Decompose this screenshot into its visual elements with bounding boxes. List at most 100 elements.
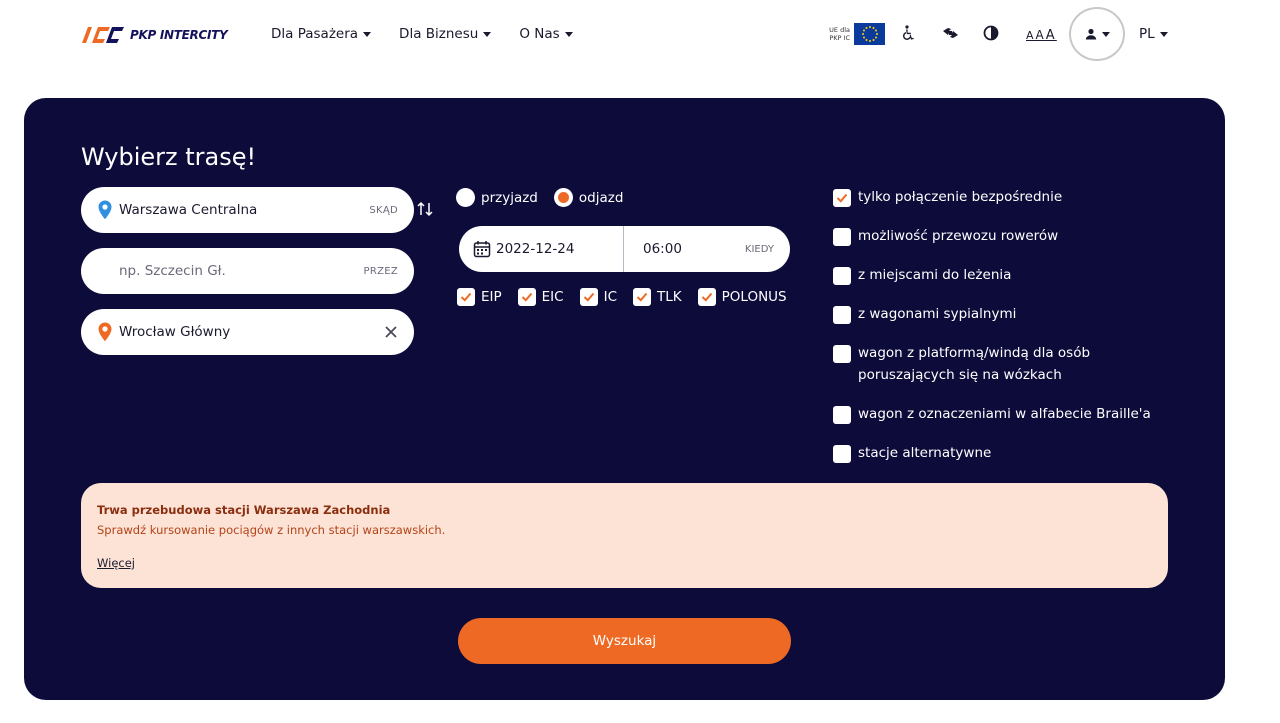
option-bicycles[interactable]: możliwość przewozu rowerów: [833, 227, 1173, 247]
category-tlk[interactable]: TLK: [633, 288, 682, 306]
ue-text: UE dla PKP IC: [826, 26, 850, 42]
location-pin-icon: [98, 200, 112, 220]
page-title: Wybierz trasę!: [81, 143, 257, 171]
checkbox[interactable]: [457, 288, 475, 306]
checkmark-icon: [636, 292, 648, 302]
eu-flag-icon: [854, 23, 885, 45]
eu-funding-badge[interactable]: UE dla PKP IC: [826, 23, 885, 45]
to-station-value[interactable]: Wrocław Główny: [119, 324, 384, 340]
radio-odjazd[interactable]: [553, 188, 573, 207]
user-menu-button[interactable]: [1069, 7, 1125, 61]
checkbox[interactable]: [517, 288, 536, 306]
pkp-intercity-logo[interactable]: PKP INTERCITY: [78, 25, 228, 45]
option-wheelchair-platform[interactable]: wagon z platformą/windą dla osób porusza…: [833, 344, 1173, 386]
checkbox[interactable]: [833, 306, 851, 324]
radio-przyjazd-label[interactable]: przyjazd: [481, 190, 538, 206]
from-station-suffix: SKĄD: [369, 204, 398, 216]
option-label: tylko połączenie bezpośrednie: [858, 189, 1063, 205]
time-value: 06:00: [643, 241, 682, 257]
option-alternative-stations[interactable]: stacje alternatywne: [833, 444, 1173, 464]
calendar-icon: [473, 241, 491, 258]
date-time-field: 2022-12-24 06:00 KIEDY: [459, 226, 790, 272]
via-station-field[interactable]: np. Szczecin Gł. PRZEZ: [81, 248, 414, 294]
sign-language-icon[interactable]: [941, 24, 959, 42]
font-size-medium[interactable]: A: [1036, 28, 1046, 42]
arrival-departure-toggle: przyjazd odjazd: [456, 188, 639, 207]
option-label: wagon z oznaczeniami w alfabecie Braille…: [858, 406, 1151, 422]
option-label: stacje alternatywne: [858, 445, 992, 461]
caret-down-icon: [483, 32, 492, 37]
language-label: PL: [1139, 26, 1155, 42]
category-label: POLONUS: [721, 289, 787, 305]
main-nav: Dla Pasażera Dla Biznesu O Nas: [271, 26, 601, 42]
checkbox[interactable]: [833, 345, 851, 363]
category-label: EIC: [541, 289, 564, 305]
location-pin-icon: [98, 322, 112, 342]
clear-icon[interactable]: [384, 325, 398, 339]
checkbox[interactable]: [633, 288, 652, 306]
wheelchair-icon[interactable]: [899, 24, 917, 42]
checkbox[interactable]: [833, 189, 851, 207]
nav-o-nas[interactable]: O Nas: [519, 26, 573, 42]
checkmark-icon: [701, 292, 712, 302]
route-search-card: Wybierz trasę! Warszawa Centralna SKĄD n…: [24, 98, 1225, 700]
search-options: tylko połączenie bezpośrednie możliwość …: [833, 188, 1173, 483]
nav-dla-biznesu[interactable]: Dla Biznesu: [399, 26, 492, 42]
date-value: 2022-12-24: [496, 241, 575, 257]
caret-down-icon: [1101, 32, 1110, 37]
category-eip[interactable]: EIP: [457, 288, 502, 306]
checkbox[interactable]: [833, 228, 851, 246]
swap-stations-icon[interactable]: [416, 200, 434, 218]
date-picker[interactable]: 2022-12-24: [459, 226, 624, 272]
caret-down-icon: [363, 32, 372, 37]
category-label: TLK: [657, 289, 682, 305]
category-label: IC: [603, 289, 618, 305]
radio-przyjazd[interactable]: [456, 188, 475, 207]
site-header: PKP INTERCITY Dla Pasażera Dla Biznesu O…: [0, 0, 1280, 70]
category-ic[interactable]: IC: [579, 288, 618, 306]
option-label: z miejscami do leżenia: [858, 267, 1012, 283]
option-braille[interactable]: wagon z oznaczeniami w alfabecie Braille…: [833, 405, 1173, 425]
caret-down-icon: [1159, 32, 1168, 37]
contrast-icon[interactable]: [982, 24, 1000, 42]
checkmark-icon: [836, 193, 848, 203]
radio-odjazd-label[interactable]: odjazd: [579, 190, 624, 206]
checkbox[interactable]: [833, 445, 851, 463]
checkmark-icon: [521, 292, 532, 302]
nav-label: Dla Pasażera: [271, 26, 359, 42]
font-size-large[interactable]: A: [1046, 28, 1057, 43]
to-station-field[interactable]: Wrocław Główny: [81, 309, 414, 355]
category-polonus[interactable]: POLONUS: [697, 288, 787, 306]
option-sleeping-cars[interactable]: z wagonami sypialnymi: [833, 305, 1173, 325]
option-direct-only[interactable]: tylko połączenie bezpośrednie: [833, 188, 1173, 208]
train-categories: EIP EIC IC TLK POLONUS: [457, 288, 803, 306]
checkbox[interactable]: [697, 288, 716, 306]
checkbox[interactable]: [833, 406, 851, 424]
ic-logo-icon: [82, 27, 124, 43]
nav-dla-pasazera[interactable]: Dla Pasażera: [271, 26, 372, 42]
language-selector[interactable]: PL: [1139, 26, 1168, 42]
option-label: możliwość przewozu rowerów: [858, 228, 1059, 244]
time-picker[interactable]: 06:00 KIEDY: [624, 241, 790, 257]
search-button[interactable]: Wyszukaj: [458, 618, 791, 664]
from-station-field[interactable]: Warszawa Centralna SKĄD: [81, 187, 414, 233]
category-eic[interactable]: EIC: [517, 288, 564, 306]
user-icon: [1085, 28, 1096, 40]
notice-title: Trwa przebudowa stacji Warszawa Zachodni…: [97, 503, 391, 517]
category-label: EIP: [481, 289, 502, 305]
option-label: wagon z platformą/windą dla osób porusza…: [858, 345, 1091, 383]
station-notice: Trwa przebudowa stacji Warszawa Zachodni…: [81, 483, 1168, 588]
checkbox[interactable]: [833, 267, 851, 285]
font-size-switcher[interactable]: AAA: [1026, 28, 1057, 43]
from-station-value[interactable]: Warszawa Centralna: [119, 202, 369, 218]
notice-more-link[interactable]: Więcej: [97, 556, 135, 570]
time-suffix: KIEDY: [744, 243, 774, 255]
logo-text: PKP INTERCITY: [130, 28, 228, 42]
caret-down-icon: [564, 32, 573, 37]
option-couchettes[interactable]: z miejscami do leżenia: [833, 266, 1173, 286]
font-size-small[interactable]: A: [1026, 29, 1036, 42]
checkbox[interactable]: [579, 288, 598, 306]
via-station-suffix: PRZEZ: [363, 265, 398, 277]
via-station-placeholder[interactable]: np. Szczecin Gł.: [97, 263, 364, 279]
ue-text-line2: PKP IC: [829, 34, 850, 42]
